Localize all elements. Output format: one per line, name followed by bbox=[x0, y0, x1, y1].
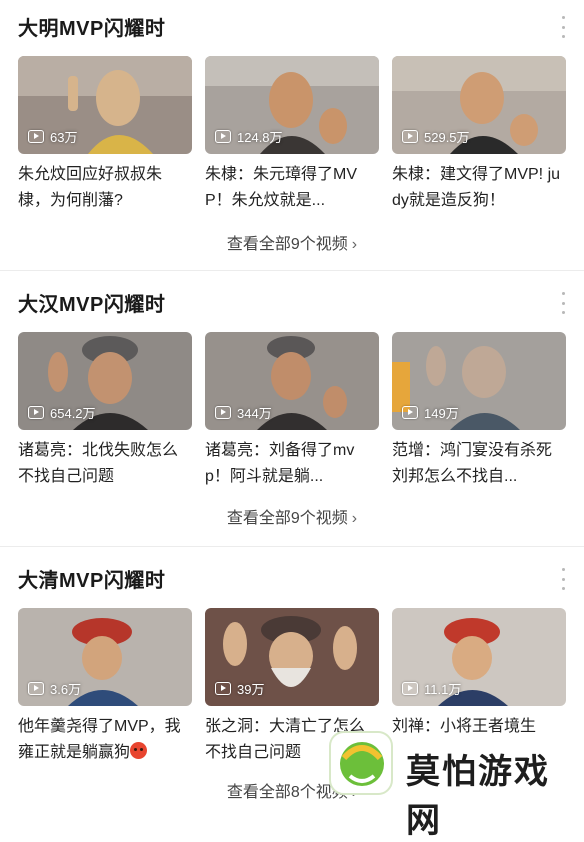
play-count: 124.8万 bbox=[215, 127, 283, 146]
play-count-text: 149万 bbox=[424, 406, 459, 421]
video-caption[interactable]: 诸葛亮：北伐失败怎么不找自己问题 bbox=[18, 438, 192, 490]
section-title: 大汉MVP闪耀时 bbox=[18, 294, 166, 316]
play-icon bbox=[28, 682, 44, 695]
play-count: 344万 bbox=[215, 403, 272, 422]
view-all-text: 查看全部9个视频 bbox=[226, 236, 348, 253]
play-icon bbox=[402, 130, 418, 143]
video-caption[interactable]: 范增：鸿门宴没有杀死刘邦怎么不找自... bbox=[392, 438, 566, 490]
play-count: 11.1万 bbox=[402, 679, 461, 698]
play-count-text: 654.2万 bbox=[50, 406, 96, 421]
video-card[interactable]: 124.8万 朱棣：朱元璋得了MVP！朱允炆就是... bbox=[205, 56, 379, 214]
video-thumbnail[interactable]: 344万 bbox=[205, 332, 379, 430]
video-thumbnail[interactable]: 3.6万 bbox=[18, 608, 192, 706]
watermark-text: 莫怕游戏网 bbox=[406, 752, 550, 841]
play-count: 149万 bbox=[402, 403, 459, 422]
video-caption[interactable]: 朱棣：建文得了MVP! judy就是造反狗！ bbox=[392, 162, 566, 214]
angry-emoji-icon bbox=[130, 742, 148, 759]
play-icon bbox=[28, 130, 44, 143]
watermark-logo-icon bbox=[329, 731, 393, 795]
video-card[interactable]: 3.6万 他年羹尧得了MVP，我雍正就是躺赢狗 bbox=[18, 608, 192, 766]
video-thumbnail[interactable]: 11.1万 bbox=[392, 608, 566, 706]
video-thumbnail[interactable]: 654.2万 bbox=[18, 332, 192, 430]
play-count: 63万 bbox=[28, 127, 77, 146]
play-icon bbox=[28, 406, 44, 419]
video-thumbnail[interactable]: 63万 bbox=[18, 56, 192, 154]
divider bbox=[0, 270, 584, 271]
video-caption[interactable]: 朱允炆回应好叔叔朱棣，为何削藩? bbox=[18, 162, 192, 214]
play-icon bbox=[215, 406, 231, 419]
play-count-text: 11.1万 bbox=[424, 682, 462, 697]
play-count-text: 63万 bbox=[50, 130, 78, 145]
view-all-link[interactable]: 查看全部9个视频 › bbox=[0, 504, 584, 528]
video-caption[interactable]: 朱棣：朱元璋得了MVP！朱允炆就是... bbox=[205, 162, 379, 214]
play-icon bbox=[402, 682, 418, 695]
caption-text: 他年羹尧得了MVP，我雍正就是躺赢狗 bbox=[18, 718, 181, 761]
play-count-text: 124.8万 bbox=[237, 130, 283, 145]
play-count: 654.2万 bbox=[28, 403, 96, 422]
video-thumbnail[interactable]: 39万 bbox=[205, 608, 379, 706]
more-vertical-icon[interactable] bbox=[560, 568, 566, 590]
video-card[interactable]: 63万 朱允炆回应好叔叔朱棣，为何削藩? bbox=[18, 56, 192, 214]
video-caption[interactable]: 诸葛亮：刘备得了mvp！阿斗就是躺... bbox=[205, 438, 379, 490]
view-all-text: 查看全部9个视频 bbox=[226, 510, 348, 527]
video-caption[interactable]: 他年羹尧得了MVP，我雍正就是躺赢狗 bbox=[18, 714, 192, 766]
more-vertical-icon[interactable] bbox=[560, 16, 566, 38]
section-title: 大清MVP闪耀时 bbox=[18, 570, 166, 592]
play-icon bbox=[215, 682, 231, 695]
video-card[interactable]: 529.5万 朱棣：建文得了MVP! judy就是造反狗！ bbox=[392, 56, 566, 214]
play-count: 529.5万 bbox=[402, 127, 470, 146]
video-card[interactable]: 149万 范增：鸿门宴没有杀死刘邦怎么不找自... bbox=[392, 332, 566, 490]
more-vertical-icon[interactable] bbox=[560, 292, 566, 314]
play-count-text: 529.5万 bbox=[424, 130, 470, 145]
play-icon bbox=[215, 130, 231, 143]
video-thumbnail[interactable]: 149万 bbox=[392, 332, 566, 430]
section-han: 大汉MVP闪耀时 654.2万 诸葛亮：北伐失败怎么不找自己问题 344万 诸葛… bbox=[0, 276, 584, 546]
video-thumbnail[interactable]: 124.8万 bbox=[205, 56, 379, 154]
play-count-text: 39万 bbox=[237, 682, 265, 697]
section-title: 大明MVP闪耀时 bbox=[18, 18, 166, 40]
view-all-link[interactable]: 查看全部9个视频 › bbox=[0, 230, 584, 254]
video-card[interactable]: 344万 诸葛亮：刘备得了mvp！阿斗就是躺... bbox=[205, 332, 379, 490]
divider bbox=[0, 546, 584, 547]
video-thumbnail[interactable]: 529.5万 bbox=[392, 56, 566, 154]
section-ming: 大明MVP闪耀时 63万 朱允炆回应好叔叔朱棣，为何削藩? 124.8万 朱棣：… bbox=[0, 0, 584, 270]
play-count: 3.6万 bbox=[28, 679, 81, 698]
play-icon bbox=[402, 406, 418, 419]
chevron-right-icon: › bbox=[351, 510, 358, 527]
play-count-text: 344万 bbox=[237, 406, 272, 421]
video-card[interactable]: 654.2万 诸葛亮：北伐失败怎么不找自己问题 bbox=[18, 332, 192, 490]
chevron-right-icon: › bbox=[351, 236, 358, 253]
watermark: 莫怕游戏网 bbox=[322, 720, 584, 841]
play-count: 39万 bbox=[215, 679, 264, 698]
play-count-text: 3.6万 bbox=[50, 682, 82, 697]
